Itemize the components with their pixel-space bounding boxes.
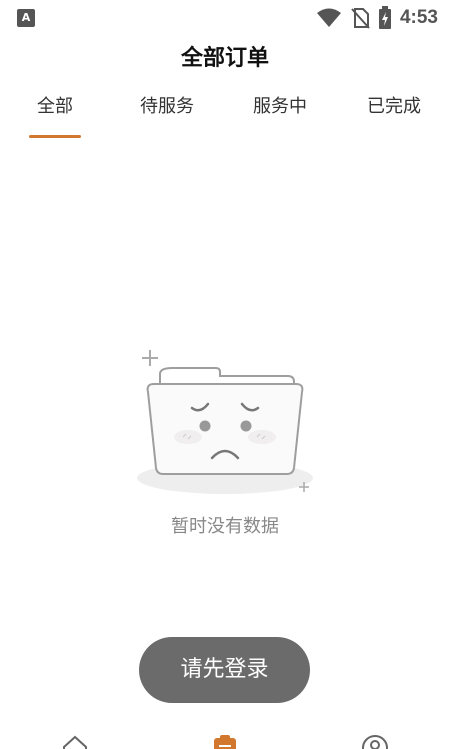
page-title: 全部订单	[180, 46, 269, 71]
no-sim-icon	[351, 8, 370, 29]
tab-completed[interactable]: 已完成	[354, 92, 434, 118]
notification-a-icon: A	[17, 9, 35, 27]
tab-pending-service[interactable]: 待服务	[127, 92, 207, 118]
home-icon[interactable]	[60, 733, 90, 749]
bottom-nav	[0, 728, 450, 749]
active-tab-indicator	[29, 135, 81, 138]
tab-in-service[interactable]: 服务中	[240, 92, 320, 118]
empty-state-illustration	[130, 340, 320, 500]
tab-all[interactable]: 全部	[25, 92, 85, 118]
empty-state-message: 暂时没有数据	[171, 516, 279, 537]
order-tabs: 全部 待服务 服务中 已完成	[0, 92, 450, 140]
profile-icon[interactable]	[360, 733, 390, 749]
status-icons: 4:53	[316, 5, 438, 31]
battery-charging-icon	[378, 6, 391, 29]
login-button[interactable]: 请先登录	[139, 637, 310, 703]
status-time: 4:53	[399, 7, 438, 28]
wifi-icon	[316, 8, 341, 27]
sad-folder-icon	[137, 350, 313, 494]
orders-icon[interactable]	[210, 733, 240, 749]
status-bar: A 4:53	[0, 0, 450, 36]
